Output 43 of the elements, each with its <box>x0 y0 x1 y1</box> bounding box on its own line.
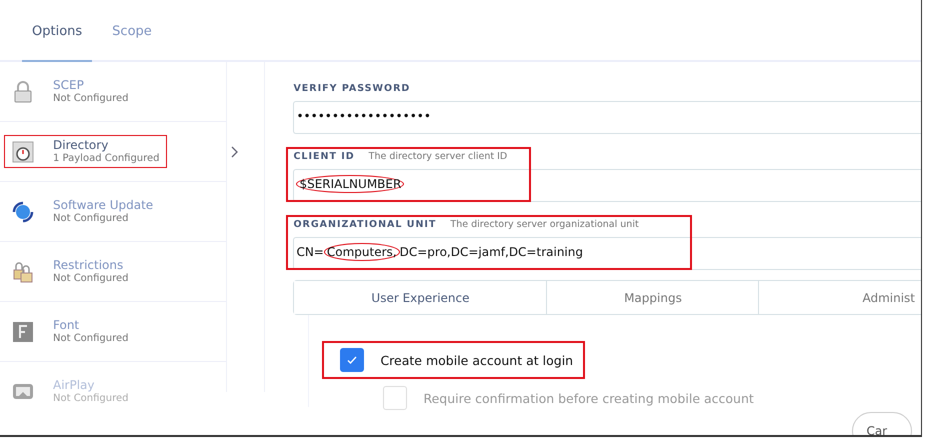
item-title: Directory <box>53 138 110 152</box>
circled-text: Computers, <box>324 242 400 260</box>
checkbox[interactable] <box>340 348 364 372</box>
field-hint: The directory server organizational unit <box>450 219 639 230</box>
field-value: CN= <box>296 244 324 258</box>
field-value: ••••••••••••••••••• <box>296 108 431 122</box>
item-status: Not Configured <box>53 392 129 405</box>
sidebar-item[interactable]: SCEP Not Configured <box>0 62 226 122</box>
field-label: CLIENT ID <box>293 151 355 162</box>
clock-icon <box>11 140 35 164</box>
sidebar-item[interactable]: Font Not Configured <box>0 302 226 362</box>
tab[interactable]: Options <box>22 2 92 62</box>
field-label: VERIFY PASSWORD <box>293 83 410 94</box>
text-field[interactable] <box>293 169 921 202</box>
segment-tab[interactable]: User Experience <box>294 281 548 314</box>
chevron-icon <box>230 146 238 158</box>
item-title: Software Update <box>53 198 154 212</box>
globe-icon <box>11 200 35 224</box>
item-title: AirPlay <box>53 378 96 392</box>
sidebar-item[interactable]: Software Update Not Configured <box>0 182 226 242</box>
sidebar-item[interactable]: Restrictions Not Configured <box>0 242 226 302</box>
field-label: ORGANIZATIONAL UNIT <box>293 219 436 230</box>
text-field[interactable] <box>293 237 921 270</box>
field-hint: The directory server client ID <box>368 151 508 162</box>
check-icon <box>346 354 358 366</box>
sidebar-item[interactable]: Directory 1 Payload Configured <box>0 122 226 182</box>
checkbox-label: Require confirmation before creating mobile account <box>423 390 754 406</box>
item-title: Font <box>53 318 80 332</box>
item-status: Not Configured <box>53 332 129 345</box>
cancel-button[interactable]: Car <box>852 412 912 435</box>
item-status: 1 Payload Configured <box>53 152 160 165</box>
item-title: SCEP <box>53 78 85 92</box>
checkbox-label: Create mobile account at login <box>380 352 574 368</box>
padlocks-icon <box>11 260 35 284</box>
item-status: Not Configured <box>53 272 129 285</box>
item-status: Not Configured <box>53 212 130 225</box>
item-status: Not Configured <box>53 92 129 105</box>
field-value: DC=pro,DC=jamf,DC=training <box>400 244 583 258</box>
tab[interactable]: Scope <box>102 2 162 62</box>
item-title: Restrictions <box>53 258 124 272</box>
text-field[interactable] <box>293 101 921 134</box>
circled-text: $SERIALNUMBER <box>296 174 404 192</box>
font-icon <box>11 320 35 344</box>
